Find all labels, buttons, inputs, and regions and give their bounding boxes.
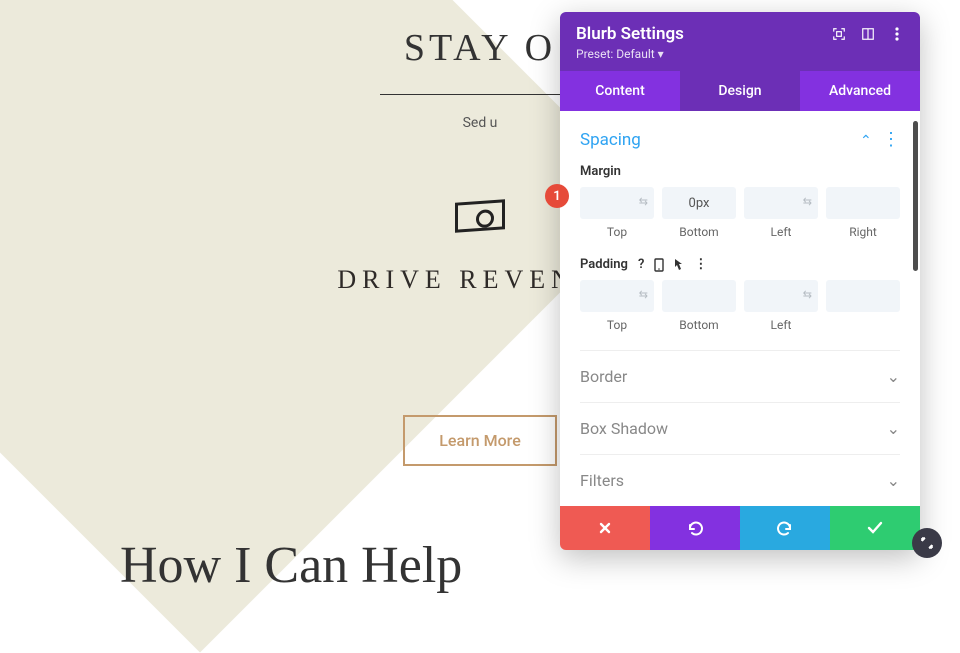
learn-more-button[interactable]: Learn More: [403, 415, 557, 466]
label-left: Left: [744, 225, 818, 239]
panel-footer: [560, 506, 920, 550]
label-right: Right: [826, 225, 900, 239]
box-shadow-label: Box Shadow: [580, 419, 668, 438]
panel-body: Spacing ⌃ ⋮ Margin ⇆ ⇆ Top Bottom Left R…: [560, 111, 920, 506]
padding-left-input[interactable]: [744, 280, 818, 312]
border-label: Border: [580, 367, 627, 386]
label-right-faded: [826, 318, 900, 332]
margin-sublabels: Top Bottom Left Right: [580, 225, 900, 239]
scrollbar[interactable]: [913, 121, 918, 271]
chevron-up-icon: ⌃: [860, 133, 872, 149]
border-section[interactable]: Border ⌄: [580, 350, 900, 402]
preset-selector[interactable]: Preset: Default ▾: [576, 47, 904, 61]
panel-tabs: Content Design Advanced: [560, 71, 920, 111]
padding-sublabels: Top Bottom Left: [580, 318, 900, 332]
preset-label: Preset:: [576, 47, 613, 61]
panel-header[interactable]: Blurb Settings Preset: Default ▾: [560, 12, 920, 71]
annotation-marker-1: 1: [545, 184, 569, 208]
resize-handle[interactable]: [912, 528, 942, 558]
margin-right-input[interactable]: [826, 187, 900, 219]
padding-label-row: Padding ? ⋮: [580, 257, 900, 272]
title-divider: [380, 94, 580, 95]
box-shadow-section[interactable]: Box Shadow ⌄: [580, 402, 900, 454]
close-button[interactable]: [560, 506, 650, 550]
save-button[interactable]: [830, 506, 920, 550]
more-icon[interactable]: [889, 27, 904, 42]
tab-content[interactable]: Content: [560, 71, 680, 111]
blurb-settings-panel: Blurb Settings Preset: Default ▾ Content…: [560, 12, 920, 550]
chevron-down-icon: ⌄: [887, 367, 900, 386]
filters-label: Filters: [580, 471, 624, 490]
chevron-down-icon: ⌄: [887, 471, 900, 490]
padding-label: Padding: [580, 257, 628, 272]
margin-label: Margin: [580, 164, 900, 179]
margin-inputs: ⇆ ⇆: [580, 187, 900, 219]
expand-icon[interactable]: [831, 27, 846, 42]
panel-title: Blurb Settings: [576, 24, 684, 44]
mobile-icon[interactable]: [654, 258, 664, 272]
undo-button[interactable]: [650, 506, 740, 550]
label-bottom: Bottom: [662, 318, 736, 332]
margin-left-input[interactable]: [744, 187, 818, 219]
label-top: Top: [580, 225, 654, 239]
preset-value: Default: [616, 47, 654, 61]
redo-button[interactable]: [740, 506, 830, 550]
margin-top-input[interactable]: [580, 187, 654, 219]
section-more-icon[interactable]: ⋮: [882, 129, 900, 150]
money-icon: [455, 199, 505, 232]
padding-inputs: ⇆ ⇆: [580, 280, 900, 312]
padding-bottom-input[interactable]: [662, 280, 736, 312]
grid-icon[interactable]: [860, 27, 875, 42]
margin-bottom-input[interactable]: [662, 187, 736, 219]
spacing-title: Spacing: [580, 130, 641, 150]
tab-design[interactable]: Design: [680, 71, 800, 111]
hover-icon[interactable]: [674, 258, 684, 272]
spacing-section-header[interactable]: Spacing ⌃ ⋮: [580, 125, 900, 164]
chevron-down-icon: ▾: [658, 47, 664, 61]
label-top: Top: [580, 318, 654, 332]
label-left: Left: [744, 318, 818, 332]
padding-top-input[interactable]: [580, 280, 654, 312]
label-bottom: Bottom: [662, 225, 736, 239]
padding-right-input[interactable]: [826, 280, 900, 312]
help-icon[interactable]: ?: [638, 257, 644, 272]
padding-more-icon[interactable]: ⋮: [694, 257, 707, 272]
filters-section[interactable]: Filters ⌄: [580, 454, 900, 506]
tab-advanced[interactable]: Advanced: [800, 71, 920, 111]
chevron-down-icon: ⌄: [887, 419, 900, 438]
